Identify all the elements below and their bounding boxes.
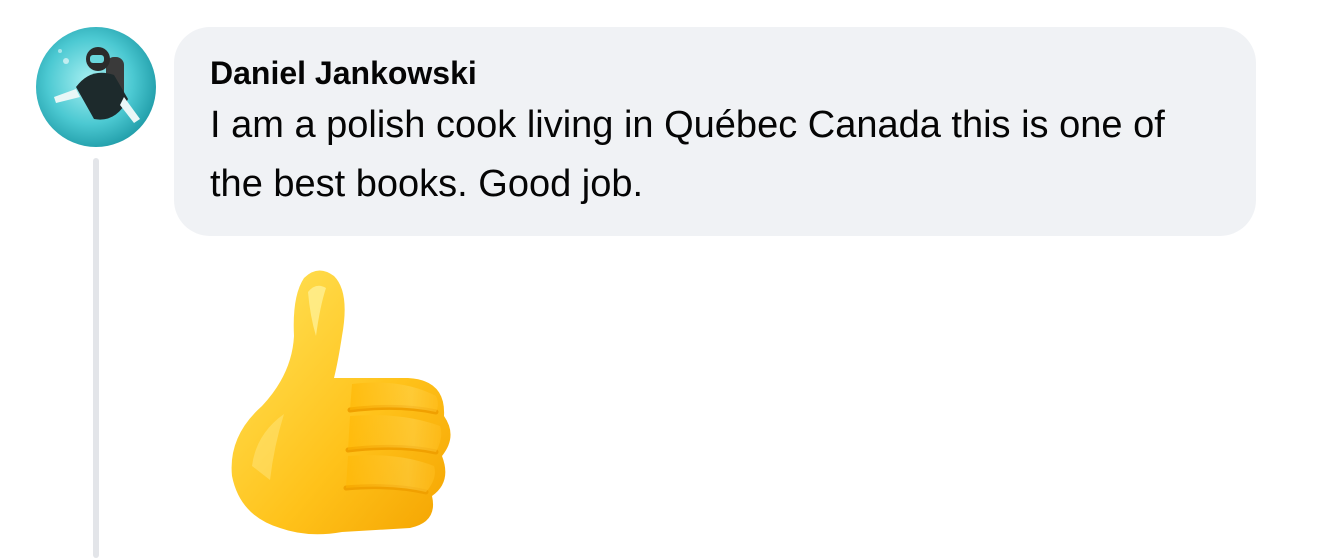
avatar[interactable]: [36, 27, 156, 147]
thumbs-up-icon: [231, 270, 451, 535]
profile-photo-diver-icon: [36, 27, 156, 147]
comment-bubble: Daniel Jankowski I am a polish cook livi…: [174, 27, 1256, 236]
thumbs-up-sticker: [222, 266, 456, 542]
comment-author-name[interactable]: Daniel Jankowski: [210, 54, 1220, 92]
comment-text: I am a polish cook living in Québec Cana…: [210, 104, 1165, 205]
thread-line: [93, 158, 99, 558]
